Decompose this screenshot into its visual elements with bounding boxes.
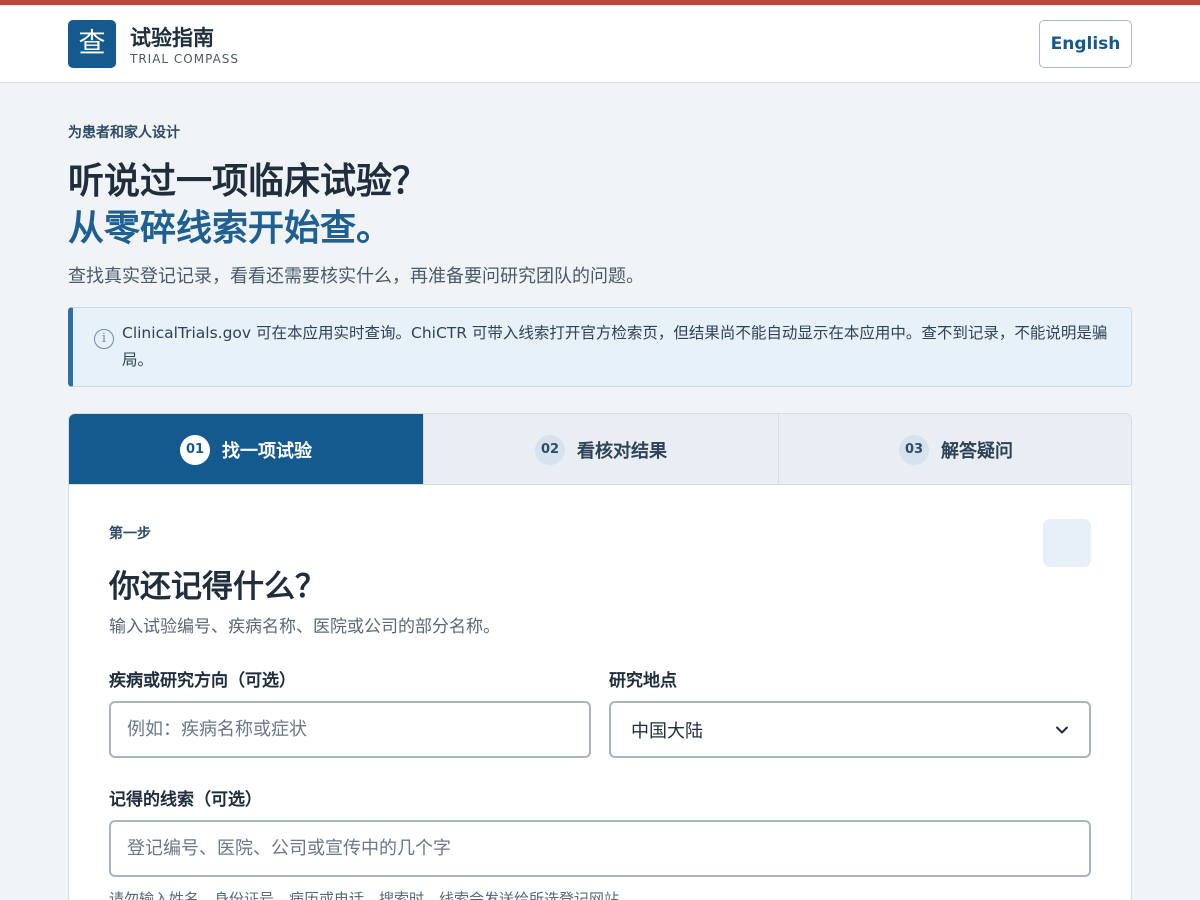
tab-answer-questions[interactable]: 03 解答疑问 [778, 414, 1131, 485]
logo-icon[interactable]: 查 [68, 20, 116, 68]
tab-number: 03 [899, 434, 929, 465]
brand-title[interactable]: 试验指南 [130, 22, 214, 52]
app-header: 查 试验指南 TRIAL COMPASS English [0, 5, 1200, 83]
clue-input[interactable] [109, 820, 1091, 877]
tab-label: 看核对结果 [577, 440, 667, 462]
step-title: 你还记得什么？ [109, 569, 326, 605]
tab-find-trial[interactable]: 01 找一项试验 [69, 414, 423, 485]
step-label: 第一步 [109, 526, 151, 542]
notice-text: ClinicalTrials.gov 可在本应用实时查询。ChiCTR 可带入线… [122, 324, 1108, 369]
tab-number: 02 [535, 434, 565, 465]
clue-label: 记得的线索（可选） [109, 790, 262, 810]
tab-label: 找一项试验 [222, 440, 312, 462]
language-toggle-button[interactable]: English [1039, 20, 1132, 68]
registry-notice: i ClinicalTrials.gov 可在本应用实时查询。ChiCTR 可带… [68, 307, 1132, 387]
hero-title-line1: 听说过一项临床试验？ [68, 160, 429, 202]
decorative-corner-box [1043, 519, 1091, 567]
tab-number: 01 [180, 434, 210, 465]
condition-label: 疾病或研究方向（可选） [109, 671, 296, 691]
location-label: 研究地点 [609, 671, 677, 691]
hero-description: 查找真实登记记录，看看还需要核实什么，再准备要问研究团队的问题。 [68, 266, 644, 287]
info-icon: i [94, 329, 114, 349]
hero-title-line2: 从零碎线索开始查。 [68, 207, 393, 249]
privacy-helper-text: 请勿输入姓名、身份证号、病历或电话。搜索时，线索会发送给所选登记网站。 [109, 890, 635, 900]
step-description: 输入试验编号、疾病名称、医院或公司的部分名称。 [109, 617, 500, 637]
location-selected-value: 中国大陆 [631, 720, 703, 742]
hero-eyebrow: 为患者和家人设计 [68, 125, 180, 141]
brand-subtitle: TRIAL COMPASS [130, 52, 240, 66]
location-select[interactable]: 中国大陆 [609, 701, 1091, 758]
search-card: 01 找一项试验 02 看核对结果 03 解答疑问 第一步 你还记得什么？ 输入… [68, 413, 1132, 900]
tab-check-results[interactable]: 02 看核对结果 [423, 414, 778, 485]
condition-input[interactable] [109, 701, 591, 758]
tab-label: 解答疑问 [941, 440, 1013, 462]
chevron-down-icon [1056, 726, 1068, 733]
